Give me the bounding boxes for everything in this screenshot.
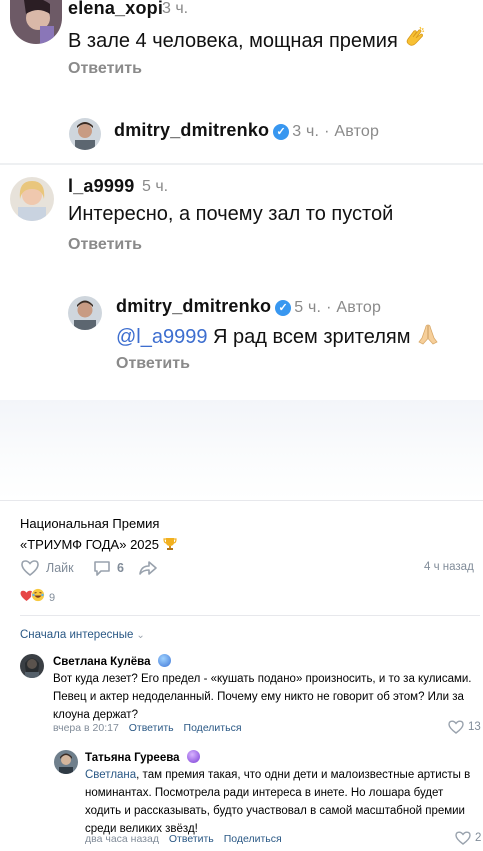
trophy-icon — [163, 536, 177, 557]
comment-username: dmitry_dmitrenko ✓ 5 ч. · Автор — [116, 296, 382, 316]
verified-badge-icon: ✓ — [273, 124, 290, 140]
comment-username: dmitry_dmitrenko ✓ 3 ч. · Автор — [114, 120, 380, 140]
sticker-badge-icon — [157, 654, 171, 667]
divider — [20, 615, 480, 616]
comment-username[interactable]: elena_xopi — [68, 0, 163, 19]
comment-text: @l_a9999 Я рад всем зрителям — [116, 322, 440, 352]
folded-hands-icon — [416, 322, 440, 352]
share-button[interactable]: Поделиться — [184, 722, 242, 734]
sort-dropdown[interactable]: Сначала интересные ⌄ — [20, 629, 145, 641]
verified-badge-icon: ✓ — [275, 300, 292, 316]
clapping-hands-icon — [403, 26, 427, 56]
share-button[interactable] — [137, 559, 159, 577]
avatar — [68, 296, 102, 330]
comments-button[interactable]: 6 — [92, 559, 124, 577]
like-button[interactable]: Лайк — [20, 559, 74, 577]
comment-meta: два часа назад Ответить Поделиться — [85, 833, 289, 845]
reply-button[interactable]: Ответить — [116, 355, 190, 373]
blurred-area — [0, 400, 483, 500]
avatar — [54, 750, 78, 774]
divider — [0, 163, 483, 165]
sticker-badge-icon — [186, 750, 200, 763]
comment-meta: вчера в 20:17 Ответить Поделиться — [53, 722, 249, 734]
reactions[interactable]: 9 — [20, 588, 55, 607]
heart-outline-icon — [448, 720, 464, 734]
comment-time: вчера в 20:17 — [53, 722, 119, 734]
comment-time: 3 ч. — [162, 0, 189, 17]
avatar — [10, 177, 54, 221]
comment-like-button[interactable]: 2 — [455, 831, 481, 845]
comment-time: 5 ч. — [142, 178, 169, 195]
heart-outline-icon — [20, 559, 40, 577]
post-time: 4 ч назад — [424, 561, 474, 573]
comment-author: Светлана Кулёва — [53, 654, 171, 668]
laughing-emoji-icon — [31, 588, 45, 607]
comment-time: два часа назад — [85, 833, 159, 845]
comment-text: В зале 4 человека, мощная премия — [68, 26, 427, 56]
reply-button[interactable]: Ответить — [169, 833, 214, 845]
reply-button[interactable]: Ответить — [68, 60, 142, 78]
user-mention[interactable]: Светлана — [85, 769, 136, 781]
chevron-down-icon: ⌄ — [136, 630, 145, 641]
embedded-screenshot: elena_xopi 3 ч. В зале 4 человека, мощна… — [0, 0, 483, 500]
divider — [0, 500, 483, 501]
comment-text: Интересно, а почему зал то пустой — [68, 203, 394, 225]
avatar — [10, 0, 62, 44]
comment-text: Светлана, там премия такая, что одни дет… — [85, 769, 471, 835]
post-title: Национальная Премия «ТРИУМФ ГОДА» 2025 — [20, 513, 320, 557]
avatar — [20, 654, 44, 678]
avatar — [69, 118, 101, 150]
comment-like-button[interactable]: 13 — [448, 720, 481, 734]
user-mention[interactable]: @l_a9999 — [116, 326, 207, 348]
share-arrow-icon — [137, 559, 159, 577]
reply-button[interactable]: Ответить — [129, 722, 174, 734]
comment-username[interactable]: l_a9999 — [68, 176, 134, 197]
heart-outline-icon — [455, 831, 471, 845]
comment-author: Татьяна Гуреева — [85, 750, 200, 764]
comment-text: Вот куда лезет? Его предел - «кушать под… — [53, 673, 472, 721]
comment-bubble-icon — [92, 559, 112, 577]
reply-button[interactable]: Ответить — [68, 236, 142, 254]
share-button[interactable]: Поделиться — [224, 833, 282, 845]
